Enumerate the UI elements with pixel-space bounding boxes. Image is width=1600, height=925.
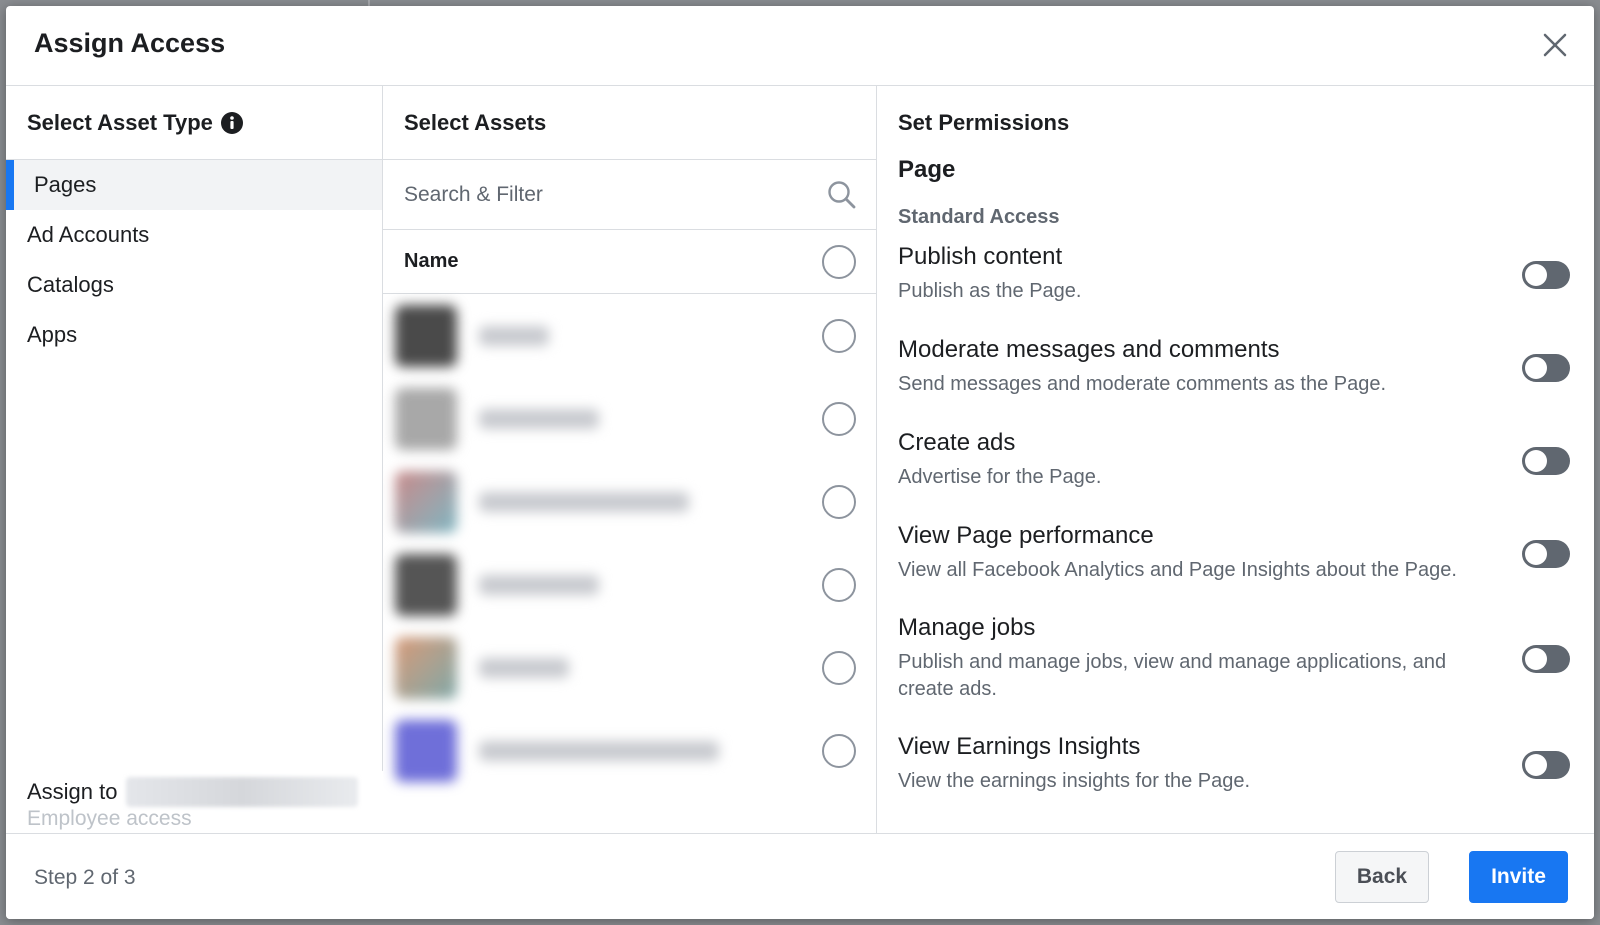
permission-title: Manage jobs: [898, 614, 1036, 641]
asset-type-label: Apps: [27, 322, 78, 347]
select-all-radio[interactable]: [822, 244, 856, 279]
asset-select-panel: Select Assets Name: [383, 86, 877, 833]
asset-select-radio[interactable]: [822, 650, 856, 685]
permission-title: Moderate messages and comments: [898, 336, 1280, 363]
asset-info: [395, 636, 569, 699]
permission-create-ads: Create ads Advertise for the Page.: [898, 426, 1594, 519]
dialog-title: Assign Access: [34, 28, 226, 58]
asset-type-label: Ad Accounts: [27, 222, 150, 247]
close-icon[interactable]: [1536, 26, 1574, 64]
assign-to-summary: Assign to Employee access: [6, 771, 383, 833]
asset-type-label: Pages: [34, 172, 97, 197]
permission-toggle[interactable]: [1522, 645, 1570, 673]
asset-type-panel: Select Asset Type Pages Ad Accounts Cata…: [6, 86, 383, 833]
asset-info: [395, 387, 599, 450]
asset-name-redacted: [479, 408, 599, 429]
assets-heading: Select Assets: [383, 86, 876, 160]
dialog-header: Assign Access: [6, 6, 1594, 86]
assign-to-subtext: Employee access: [27, 807, 192, 830]
asset-row[interactable]: [383, 377, 876, 460]
permission-section-title: Page: [898, 156, 956, 183]
permission-publish-content: Publish content Publish as the Page.: [898, 240, 1594, 333]
info-icon[interactable]: [220, 111, 243, 134]
dialog-body: Select Asset Type Pages Ad Accounts Cata…: [6, 86, 1594, 833]
permission-toggle[interactable]: [1522, 354, 1570, 382]
asset-info: [395, 553, 599, 616]
asset-type-list: Pages Ad Accounts Catalogs Apps: [6, 160, 382, 360]
permission-toggle[interactable]: [1522, 447, 1570, 475]
asset-name-redacted: [479, 491, 689, 512]
permission-view-page-performance: View Page performance View all Facebook …: [898, 519, 1594, 611]
permission-toggle[interactable]: [1522, 751, 1570, 779]
permission-moderate-messages: Moderate messages and comments Send mess…: [898, 333, 1594, 426]
asset-avatar: [395, 304, 457, 367]
invite-button[interactable]: Invite: [1469, 851, 1568, 903]
permission-description: View the earnings insights for the Page.: [898, 770, 1251, 792]
permission-title: Publish content: [898, 243, 1063, 270]
permission-title: View Earnings Insights: [898, 733, 1141, 760]
asset-info: [395, 719, 719, 782]
asset-select-radio[interactable]: [822, 484, 856, 519]
asset-row[interactable]: [383, 294, 876, 377]
permissions-panel: Set Permissions Page Standard Access Pub…: [877, 86, 1594, 833]
permission-description: Send messages and moderate comments as t…: [898, 373, 1387, 395]
back-button[interactable]: Back: [1335, 851, 1429, 903]
asset-info: [395, 470, 689, 533]
asset-select-radio[interactable]: [822, 567, 856, 602]
asset-row[interactable]: [383, 709, 876, 792]
permission-manage-jobs: Manage jobs Publish and manage jobs, vie…: [898, 611, 1594, 730]
search-icon[interactable]: [826, 179, 858, 211]
permission-description: Publish as the Page.: [898, 280, 1082, 302]
asset-type-catalogs[interactable]: Catalogs: [6, 260, 382, 310]
asset-type-label: Catalogs: [27, 272, 114, 297]
permission-description: Advertise for the Page.: [898, 466, 1102, 488]
asset-name-redacted: [479, 574, 599, 595]
asset-list: [383, 294, 876, 792]
search-input[interactable]: [404, 182, 784, 207]
search-filter-bar: [383, 160, 876, 230]
dialog-footer: Step 2 of 3 Back Invite: [6, 833, 1594, 919]
permission-title: Create ads: [898, 429, 1016, 456]
asset-avatar: [395, 387, 457, 450]
asset-type-heading: Select Asset Type: [6, 86, 382, 160]
asset-avatar: [395, 636, 457, 699]
assign-access-dialog: Assign Access Select Asset Type Pages Ad…: [6, 6, 1594, 919]
permissions-heading: Set Permissions: [898, 110, 1070, 135]
asset-row[interactable]: [383, 543, 876, 626]
asset-info: [395, 304, 549, 367]
asset-avatar: [395, 553, 457, 616]
permission-description: View all Facebook Analytics and Page Ins…: [898, 559, 1457, 581]
permission-title: View Page performance: [898, 522, 1154, 549]
asset-avatar: [395, 719, 457, 782]
asset-row[interactable]: [383, 460, 876, 543]
asset-name-redacted: [479, 325, 549, 346]
asset-select-radio[interactable]: [822, 318, 856, 353]
assignee-name-redacted: [125, 777, 358, 807]
asset-type-heading-label: Select Asset Type: [27, 109, 213, 135]
permission-description: Publish and manage jobs, view and manage…: [898, 651, 1447, 700]
name-column-header: Name: [404, 250, 459, 272]
asset-select-radio[interactable]: [822, 401, 856, 436]
assign-to-label: Assign to: [27, 779, 118, 804]
asset-name-redacted: [479, 740, 719, 761]
asset-type-ad-accounts[interactable]: Ad Accounts: [6, 210, 382, 260]
asset-row[interactable]: [383, 626, 876, 709]
asset-avatar: [395, 470, 457, 533]
permissions-content: Set Permissions Page Standard Access Pub…: [877, 86, 1594, 810]
step-indicator: Step 2 of 3: [34, 866, 136, 889]
asset-type-pages[interactable]: Pages: [6, 160, 382, 210]
asset-select-radio[interactable]: [822, 733, 856, 768]
asset-name-redacted: [479, 657, 569, 678]
asset-type-apps[interactable]: Apps: [6, 310, 382, 360]
assets-table-header: Name: [383, 230, 876, 294]
permission-toggle[interactable]: [1522, 540, 1570, 568]
permission-toggle[interactable]: [1522, 261, 1570, 289]
permission-subsection-title: Standard Access: [898, 206, 1060, 228]
assign-to-line: Assign to: [27, 777, 358, 807]
permission-view-earnings-insights: View Earnings Insights View the earnings…: [898, 730, 1594, 810]
